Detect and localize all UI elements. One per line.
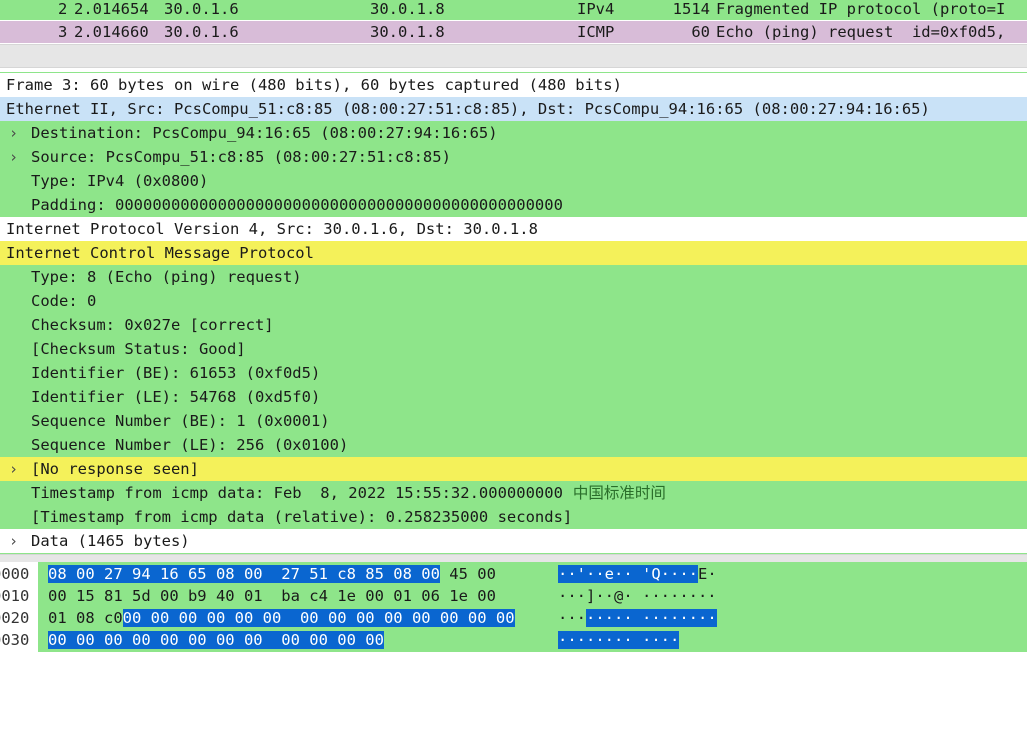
hex-plain: 01 08 c0 <box>48 609 123 627</box>
ascii-highlight: ····· ········ <box>586 609 717 627</box>
tree-item-icmp-sequence-le[interactable]: Sequence Number (LE): 256 (0x0100) <box>0 433 1027 457</box>
bytes-offset: 0020 <box>0 609 30 627</box>
packet-row-2[interactable]: 2 2.014654 30.0.1.6 30.0.1.8 IPv4 1514 F… <box>0 0 1027 20</box>
chevron-right-icon[interactable]: › <box>9 121 18 145</box>
packet-info: Echo (ping) request id=0xf0d5, <box>716 23 1006 41</box>
tree-item-icmp-timestamp-relative[interactable]: [Timestamp from icmp data (relative): 0.… <box>0 505 1027 529</box>
hex-plain: 45 00 <box>439 565 496 583</box>
pane-splitter[interactable] <box>0 44 1027 68</box>
ascii-highlight: ··'··e·· 'Q···· <box>558 565 698 583</box>
ascii-plain: E· <box>697 565 717 583</box>
tree-item-eth-source[interactable]: › Source: PcsCompu_51:c8:85 (08:00:27:51… <box>0 145 1027 169</box>
tree-item-icmp-code[interactable]: Code: 0 <box>0 289 1027 313</box>
tree-item-label: Destination: PcsCompu_94:16:65 (08:00:27… <box>31 124 498 142</box>
bytes-row[interactable]: 0000 08 00 27 94 16 65 08 00 27 51 c8 85… <box>0 563 1027 585</box>
chevron-right-icon[interactable]: › <box>9 457 18 481</box>
tree-item-no-response[interactable]: › [No response seen] <box>0 457 1027 481</box>
tree-item-icmp-checksum[interactable]: Checksum: 0x027e [correct] <box>0 313 1027 337</box>
tree-item-eth-destination[interactable]: › Destination: PcsCompu_94:16:65 (08:00:… <box>0 121 1027 145</box>
tree-item-label: Padding: 0000000000000000000000000000000… <box>31 196 563 214</box>
bytes-row[interactable]: 0010 00 15 81 5d 00 b9 40 01 ba c4 1e 00… <box>0 585 1027 607</box>
tree-item-label: Internet Control Message Protocol <box>6 244 314 262</box>
tree-item-label: Type: 8 (Echo (ping) request) <box>31 268 302 286</box>
tree-item-eth-type[interactable]: Type: IPv4 (0x0800) <box>0 169 1027 193</box>
ascii-plain: ··· <box>558 609 586 627</box>
timestamp-timezone: 中国标准时间 <box>572 484 666 502</box>
hex-highlight: 00 00 00 00 00 00 00 00 00 00 00 00 00 0… <box>122 609 515 627</box>
tree-item-icmp-checksum-status[interactable]: [Checksum Status: Good] <box>0 337 1027 361</box>
packet-source: 30.0.1.6 <box>164 23 239 41</box>
tree-item-icmp[interactable]: Internet Control Message Protocol <box>0 241 1027 265</box>
bytes-offset: 0000 <box>0 565 30 583</box>
tree-item-label: [Timestamp from icmp data (relative): 0.… <box>31 508 573 526</box>
packet-info: Fragmented IP protocol (proto=I <box>716 0 1006 18</box>
packet-number: 3 <box>58 23 68 41</box>
chevron-right-icon[interactable]: › <box>9 529 18 553</box>
ascii-plain: ···]··@· ········ <box>558 587 717 605</box>
packet-destination: 30.0.1.8 <box>370 0 445 18</box>
tree-item-label: [No response seen] <box>31 460 199 478</box>
packet-row-3[interactable]: 3 2.014660 30.0.1.6 30.0.1.8 ICMP 60 Ech… <box>0 21 1027 43</box>
bytes-offset: 0030 <box>0 631 30 649</box>
bytes-ascii[interactable]: ···]··@· ········ <box>558 585 717 607</box>
bytes-offset: 0010 <box>0 587 30 605</box>
tree-item-label: Timestamp from icmp data: Feb 8, 2022 15… <box>31 481 666 505</box>
tree-item-label: Identifier (BE): 61653 (0xf0d5) <box>31 364 321 382</box>
packet-list: 2 2.014654 30.0.1.6 30.0.1.8 IPv4 1514 F… <box>0 0 1027 44</box>
tree-item-label: Data (1465 bytes) <box>31 532 190 550</box>
tree-item-eth-padding[interactable]: Padding: 0000000000000000000000000000000… <box>0 193 1027 217</box>
tree-item-label: Sequence Number (BE): 1 (0x0001) <box>31 412 330 430</box>
tree-item-label: Code: 0 <box>31 292 97 310</box>
packet-detail-tree: Frame 3: 60 bytes on wire (480 bits), 60… <box>0 72 1027 554</box>
tree-item-label: Sequence Number (LE): 256 (0x0100) <box>31 436 349 454</box>
bytes-ascii[interactable]: ··'··e·· 'Q····E· <box>558 563 717 585</box>
packet-length: 1514 <box>672 0 710 18</box>
tree-item-icmp-identifier-le[interactable]: Identifier (LE): 54768 (0xd5f0) <box>0 385 1027 409</box>
hex-highlight: 08 00 27 94 16 65 08 00 27 51 c8 85 08 0… <box>48 565 440 583</box>
bytes-hex[interactable]: 00 00 00 00 00 00 00 00 00 00 00 00 <box>48 629 384 651</box>
timestamp-value: Timestamp from icmp data: Feb 8, 2022 15… <box>31 484 563 502</box>
bytes-ascii[interactable]: ········ ···· <box>558 629 680 651</box>
packet-length: 60 <box>691 23 710 41</box>
tree-item-label: [Checksum Status: Good] <box>31 340 246 358</box>
tree-item-label: Ethernet II, Src: PcsCompu_51:c8:85 (08:… <box>6 100 930 118</box>
packet-bytes-pane: 0000 08 00 27 94 16 65 08 00 27 51 c8 85… <box>0 562 1027 652</box>
packet-number: 2 <box>58 0 68 18</box>
bytes-ascii[interactable]: ········ ········ <box>558 607 717 629</box>
tree-item-label: Frame 3: 60 bytes on wire (480 bits), 60… <box>6 76 622 94</box>
tree-item-label: Identifier (LE): 54768 (0xd5f0) <box>31 388 321 406</box>
hex-plain: 00 15 81 5d 00 b9 40 01 ba c4 1e 00 01 0… <box>48 587 496 605</box>
tree-item-icmp-sequence-be[interactable]: Sequence Number (BE): 1 (0x0001) <box>0 409 1027 433</box>
tree-item-icmp-type[interactable]: Type: 8 (Echo (ping) request) <box>0 265 1027 289</box>
bytes-row[interactable]: 0020 01 08 c000 00 00 00 00 00 00 00 00 … <box>0 607 1027 629</box>
tree-item-ethernet[interactable]: Ethernet II, Src: PcsCompu_51:c8:85 (08:… <box>0 97 1027 121</box>
tree-item-frame[interactable]: Frame 3: 60 bytes on wire (480 bits), 60… <box>0 73 1027 97</box>
tree-item-icmp-timestamp[interactable]: Timestamp from icmp data: Feb 8, 2022 15… <box>0 481 1027 505</box>
bytes-row[interactable]: 0030 00 00 00 00 00 00 00 00 00 00 00 00… <box>0 629 1027 651</box>
packet-time: 2.014654 <box>74 0 149 18</box>
bytes-hex[interactable]: 01 08 c000 00 00 00 00 00 00 00 00 00 00… <box>48 607 515 629</box>
packet-source: 30.0.1.6 <box>164 0 239 18</box>
bytes-hex[interactable]: 08 00 27 94 16 65 08 00 27 51 c8 85 08 0… <box>48 563 496 585</box>
bytes-hex[interactable]: 00 15 81 5d 00 b9 40 01 ba c4 1e 00 01 0… <box>48 585 496 607</box>
packet-protocol: ICMP <box>577 23 615 41</box>
tree-item-label: Checksum: 0x027e [correct] <box>31 316 274 334</box>
packet-time: 2.014660 <box>74 23 149 41</box>
tree-item-icmp-identifier-be[interactable]: Identifier (BE): 61653 (0xf0d5) <box>0 361 1027 385</box>
hex-highlight: 00 00 00 00 00 00 00 00 00 00 00 00 <box>48 631 384 649</box>
pane-splitter[interactable] <box>0 554 1027 562</box>
tree-item-data[interactable]: › Data (1465 bytes) <box>0 529 1027 553</box>
packet-protocol: IPv4 <box>577 0 615 18</box>
tree-item-label: Type: IPv4 (0x0800) <box>31 172 209 190</box>
ascii-highlight: ········ ···· <box>558 631 680 649</box>
tree-item-label: Internet Protocol Version 4, Src: 30.0.1… <box>6 220 538 238</box>
chevron-right-icon[interactable]: › <box>9 145 18 169</box>
tree-item-label: Source: PcsCompu_51:c8:85 (08:00:27:51:c… <box>31 148 451 166</box>
tree-item-ipv4[interactable]: Internet Protocol Version 4, Src: 30.0.1… <box>0 217 1027 241</box>
packet-destination: 30.0.1.8 <box>370 23 445 41</box>
